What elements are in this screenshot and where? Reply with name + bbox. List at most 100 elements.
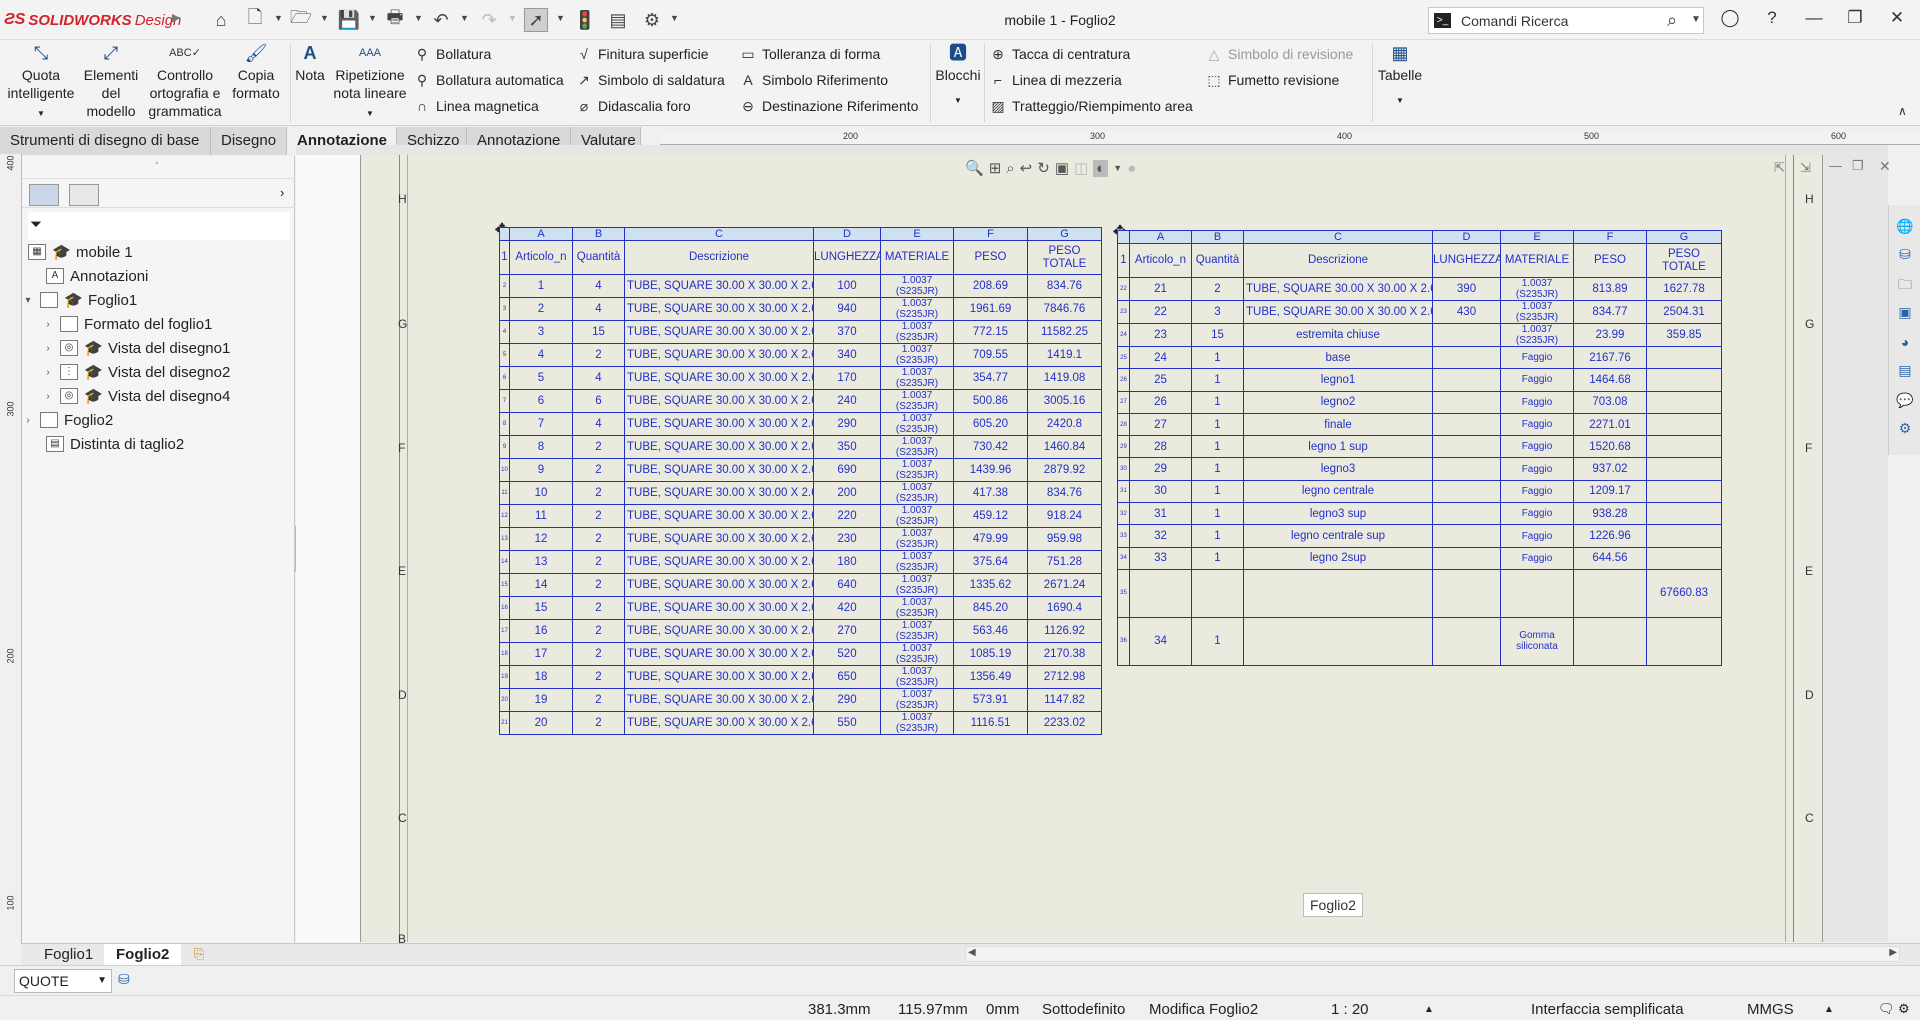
cell-quantity[interactable]: 2 [572, 596, 625, 620]
scroll-left-icon[interactable]: ◀ [968, 947, 976, 958]
cell-length[interactable]: 200 [813, 481, 881, 505]
cell-article-number[interactable]: 14 [509, 573, 573, 597]
appearances-icon[interactable]: ◕ [1896, 333, 1914, 351]
doc-restore-icon[interactable]: ❐ [1852, 158, 1864, 174]
cell-material[interactable]: 1.0037 (S235JR) [880, 320, 954, 344]
cell-material[interactable]: 1.0037 (S235JR) [880, 527, 954, 551]
cell-length[interactable]: 430 [1432, 300, 1501, 324]
cell-quantity[interactable]: 2 [572, 550, 625, 574]
cell-article-number[interactable]: 26 [1129, 390, 1192, 414]
cell-quantity[interactable]: 1 [1191, 345, 1244, 370]
cell-material[interactable]: 1.0037 (S235JR) [880, 642, 954, 666]
blocks-button[interactable]: 🅰 Blocchi ▼ [934, 44, 982, 110]
cell-description[interactable]: TUBE, SQUARE 30.00 X 30.00 X 2.60 [624, 320, 814, 344]
cell-article-number[interactable]: 28 [1129, 435, 1192, 459]
cell-total-weight[interactable]: 11582.25 [1027, 320, 1102, 344]
cell-weight[interactable]: 375.64 [953, 550, 1028, 574]
cell-length[interactable] [1432, 502, 1501, 526]
column-letter-header[interactable]: A [1129, 230, 1192, 244]
cell-article-number[interactable]: 27 [1129, 412, 1192, 437]
header-cell[interactable]: Quantità [572, 240, 625, 275]
cell-weight[interactable]: 208.69 [953, 274, 1028, 298]
cell-material[interactable]: 1.0037 (S235JR) [880, 596, 954, 620]
options-gear-icon[interactable]: ⚙ [640, 8, 664, 32]
cell-total-weight[interactable] [1646, 616, 1722, 666]
traffic-light-icon[interactable]: 🚦 [573, 8, 597, 32]
cell-material[interactable]: 1.0037 (S235JR) [1500, 323, 1574, 347]
cell-total-weight[interactable] [1646, 546, 1722, 570]
cell-description[interactable]: TUBE, SQUARE 30.00 X 30.00 X 2.60 [624, 573, 814, 597]
datum-feature-button[interactable]: A Simbolo Riferimento [740, 69, 888, 91]
cell-length[interactable]: 390 [1432, 277, 1501, 301]
cell-description[interactable]: TUBE, SQUARE 30.00 X 30.00 X 2.60 [624, 642, 814, 666]
feedback-icon[interactable]: 🗨 [1878, 1001, 1895, 1017]
cell-article-number[interactable]: 4 [509, 343, 573, 367]
cell-article-number[interactable]: 29 [1129, 457, 1192, 481]
cell-material[interactable]: Faggio [1500, 457, 1574, 481]
cell-length[interactable]: 550 [813, 711, 881, 735]
cell-total-weight[interactable]: 2170.38 [1027, 642, 1102, 666]
cell-description[interactable]: estremita chiuse [1243, 323, 1433, 347]
previous-view-icon[interactable]: ↩ [1020, 159, 1033, 177]
tables-button[interactable]: ▦ Tabelle ▼ [1374, 44, 1426, 110]
cell-material[interactable]: 1.0037 (S235JR) [880, 412, 954, 436]
cell-quantity[interactable]: 1 [1191, 435, 1244, 459]
cell-material[interactable]: Faggio [1500, 502, 1574, 526]
weld-symbol-button[interactable]: ↗ Simbolo di saldatura [576, 69, 725, 91]
header-cell[interactable]: PESO TOTALE [1027, 240, 1102, 275]
cell-article-number[interactable]: 22 [1129, 300, 1192, 324]
cell-article-number[interactable]: 7 [509, 412, 573, 436]
cell-description[interactable]: base [1243, 345, 1433, 370]
cell-quantity[interactable]: 2 [572, 642, 625, 666]
file-explorer-icon[interactable]: 🗀 [1896, 275, 1914, 293]
cell-material[interactable]: 1.0037 (S235JR) [880, 274, 954, 298]
cell-description[interactable]: TUBE, SQUARE 30.00 X 30.00 X 2.60 [1243, 300, 1433, 324]
custom-properties-icon[interactable]: ▤ [1896, 361, 1914, 379]
tree-item-annotations[interactable]: A Annotazioni [46, 264, 148, 288]
revision-cloud-button[interactable]: ⬚ Fumetto revisione [1206, 69, 1339, 91]
cell-description[interactable]: TUBE, SQUARE 30.00 X 30.00 X 2.60 [624, 527, 814, 551]
auto-balloon-button[interactable]: ⚲ Bollatura automatica [414, 69, 564, 91]
cell-article-number[interactable]: 16 [509, 619, 573, 643]
model-items-button[interactable]: ⤢ Elementi del modello [80, 44, 142, 120]
cell-description[interactable]: TUBE, SQUARE 30.00 X 30.00 X 2.60 [624, 711, 814, 735]
cell-total-weight[interactable]: 359.85 [1646, 323, 1722, 347]
scroll-right-icon[interactable]: ▶ [1889, 947, 1897, 958]
cell-quantity[interactable]: 2 [572, 458, 625, 482]
empty-cell[interactable] [1500, 568, 1574, 618]
cell-description[interactable]: TUBE, SQUARE 30.00 X 30.00 X 2.60 [624, 458, 814, 482]
cell-total-weight[interactable]: 7846.76 [1027, 297, 1102, 321]
cell-length[interactable] [1432, 435, 1501, 459]
column-letter-header[interactable]: F [953, 227, 1028, 241]
expand-icon[interactable]: › [22, 415, 34, 426]
header-cell[interactable]: LUNGHEZZA [813, 240, 881, 275]
header-cell[interactable]: Quantità [1191, 243, 1244, 278]
units-up-icon[interactable]: ▲ [1824, 1004, 1834, 1015]
cell-material[interactable]: 1.0037 (S235JR) [880, 504, 954, 528]
cell-weight[interactable]: 937.02 [1573, 457, 1647, 481]
doc-restore-down-icon[interactable]: ⇱ [1774, 160, 1785, 176]
zoom-icon[interactable]: ⌕ [1006, 160, 1014, 177]
solidworks-resources-icon[interactable]: 🌐 [1896, 217, 1914, 235]
balloon-button[interactable]: ⚲ Bollatura [414, 43, 491, 65]
cell-total-weight[interactable]: 2504.31 [1646, 300, 1722, 324]
collapse-ribbon-icon[interactable]: ∧ [1898, 104, 1907, 118]
cell-length[interactable] [1432, 546, 1501, 570]
cell-material[interactable]: 1.0037 (S235JR) [880, 366, 954, 390]
cell-article-number[interactable]: 31 [1129, 502, 1192, 526]
cell-description[interactable]: legno3 [1243, 457, 1433, 481]
scale-up-icon[interactable]: ▲ [1424, 1004, 1434, 1015]
hatch-fill-button[interactable]: ▨ Tratteggio/Riempimento area [990, 95, 1192, 117]
expand-icon[interactable]: › [42, 343, 54, 354]
solidworks-cam-icon[interactable]: ⚙ [1896, 419, 1914, 437]
linear-note-pattern-button[interactable]: AAA Ripetizione nota lineare ▼ [332, 44, 408, 123]
print-dropdown-icon[interactable]: ▼ [414, 13, 423, 23]
cell-material[interactable]: 1.0037 (S235JR) [880, 619, 954, 643]
cell-total-weight[interactable]: 1627.78 [1646, 277, 1722, 301]
magnetic-line-button[interactable]: ∩ Linea magnetica [414, 95, 539, 117]
cell-length[interactable]: 100 [813, 274, 881, 298]
cell-weight[interactable]: 1464.68 [1573, 368, 1647, 392]
cell-quantity[interactable]: 1 [1191, 502, 1244, 526]
cell-length[interactable]: 290 [813, 412, 881, 436]
cell-material[interactable]: Faggio [1500, 390, 1574, 414]
